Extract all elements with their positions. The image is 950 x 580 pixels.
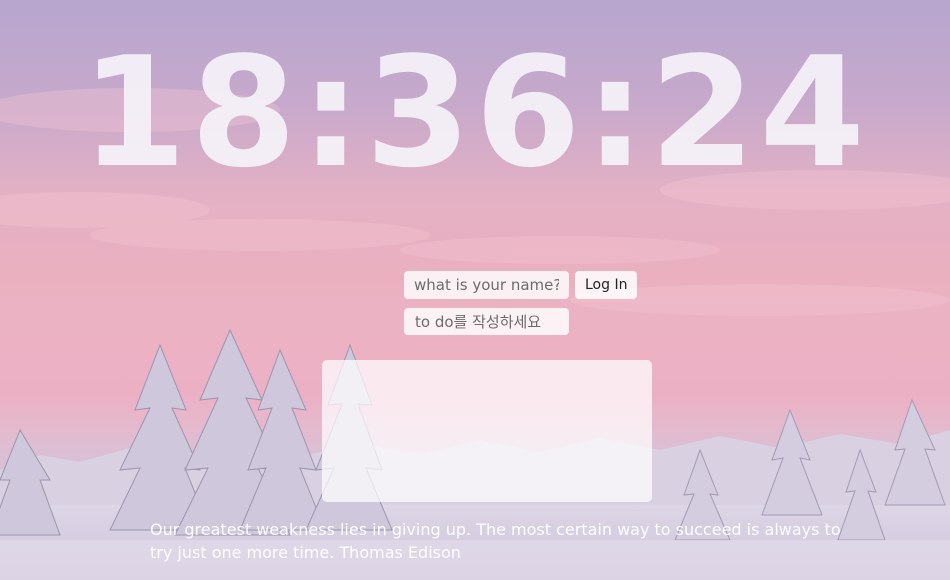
todo-input[interactable] — [404, 308, 569, 335]
todo-form — [404, 308, 569, 335]
quote-author: Thomas Edison — [339, 543, 461, 562]
todo-list — [322, 360, 652, 502]
name-input[interactable] — [404, 271, 569, 299]
clock: 18:36:24 — [80, 24, 870, 201]
quote: Our greatest weakness lies in giving up.… — [150, 518, 850, 564]
quote-text: Our greatest weakness lies in giving up.… — [150, 520, 841, 562]
login-form: Log In — [404, 271, 638, 299]
login-button[interactable]: Log In — [575, 271, 638, 299]
